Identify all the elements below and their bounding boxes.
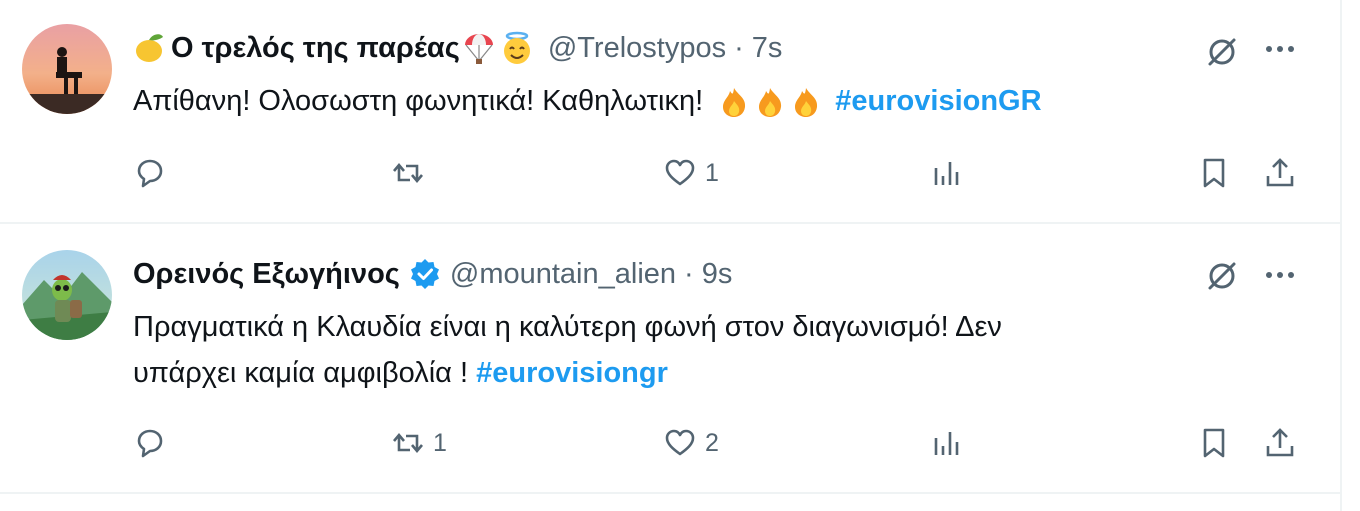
avatar[interactable]: [22, 24, 112, 114]
tweet-actions: 1: [133, 153, 1313, 193]
more-icon[interactable]: [1262, 260, 1298, 290]
tweet[interactable]: Ο τρελός της παρέας @Trelostypos · 7s Απ…: [0, 0, 1340, 224]
fire-emoji: [795, 88, 818, 118]
views-icon: [934, 162, 959, 185]
separator: ·: [734, 31, 744, 64]
views-button[interactable]: [929, 423, 971, 463]
repost-icon: [393, 432, 423, 454]
tweet[interactable]: Ορεινός Εξωγήινος @mountain_alien · 9s Π…: [0, 224, 1340, 494]
tweet-actions: 1 2: [133, 423, 1313, 463]
reply-icon: [137, 159, 163, 188]
timeline-feed: Ο τρελός της παρέας @Trelostypos · 7s Απ…: [0, 0, 1342, 511]
share-icon: [1266, 158, 1294, 187]
avatar[interactable]: [22, 250, 112, 340]
repost-count: 1: [433, 428, 447, 457]
fire-emoji: [759, 88, 782, 118]
parachute-emoji: [464, 34, 493, 64]
lemon-emoji: [136, 34, 163, 62]
repost-icon: [393, 162, 423, 184]
like-button[interactable]: 1: [663, 153, 719, 193]
user-handle[interactable]: @mountain_alien: [450, 258, 676, 291]
reply-icon: [137, 429, 163, 458]
reply-button[interactable]: [133, 153, 175, 193]
like-count: 2: [705, 428, 719, 457]
tweet-text-content: υπάρχει καμία αμφιβολία !: [133, 357, 469, 389]
bookmark-button[interactable]: [1197, 423, 1231, 463]
like-icon: [665, 429, 695, 456]
share-icon: [1266, 428, 1294, 457]
like-count: 1: [705, 158, 719, 187]
tweet-text-line: υπάρχει καμία αμφιβολία ! #eurovisiongr: [133, 350, 1233, 396]
bookmark-icon: [1203, 158, 1225, 188]
display-name[interactable]: Ορεινός Εξωγήινος: [133, 258, 400, 291]
views-icon: [934, 432, 959, 455]
tweet-text: Πραγματικά η Κλαυδία είναι η καλύτερη φω…: [133, 304, 1233, 396]
repost-button[interactable]: [391, 153, 433, 193]
more-icon[interactable]: [1262, 34, 1298, 64]
like-icon: [665, 159, 695, 186]
tweet-text: Απίθανη! Ολοσωστη φωνητικά! Καθηλωτικη! …: [133, 78, 1233, 124]
tweet-header: Ο τρελός της παρέας @Trelostypos · 7s: [133, 28, 782, 68]
fire-emoji: [723, 88, 746, 118]
repost-button[interactable]: 1: [391, 423, 447, 463]
hashtag-link[interactable]: #eurovisiongr: [476, 357, 668, 389]
reply-button[interactable]: [133, 423, 175, 463]
tweet-text-content: Απίθανη! Ολοσωστη φωνητικά! Καθηλωτικη!: [133, 85, 704, 117]
grok-icon[interactable]: [1204, 258, 1240, 294]
timestamp[interactable]: 9s: [702, 258, 733, 291]
separator: ·: [684, 257, 694, 290]
share-button[interactable]: [1263, 153, 1297, 193]
grok-icon[interactable]: [1204, 34, 1240, 70]
bookmark-button[interactable]: [1197, 153, 1231, 193]
verified-badge-icon: [410, 259, 439, 289]
hashtag-link[interactable]: #eurovisionGR: [835, 85, 1041, 117]
share-button[interactable]: [1263, 423, 1297, 463]
user-handle[interactable]: @Trelostypos: [548, 32, 726, 65]
timestamp[interactable]: 7s: [752, 32, 783, 65]
smiling-face-with-halo-emoji: [503, 31, 530, 64]
display-name[interactable]: Ο τρελός της παρέας: [171, 32, 460, 65]
tweet-text-line: Πραγματικά η Κλαυδία είναι η καλύτερη φω…: [133, 311, 1002, 343]
tweet-header: Ορεινός Εξωγήινος @mountain_alien · 9s: [133, 254, 732, 294]
like-button[interactable]: 2: [663, 423, 719, 463]
views-button[interactable]: [929, 153, 971, 193]
bookmark-icon: [1203, 428, 1225, 458]
